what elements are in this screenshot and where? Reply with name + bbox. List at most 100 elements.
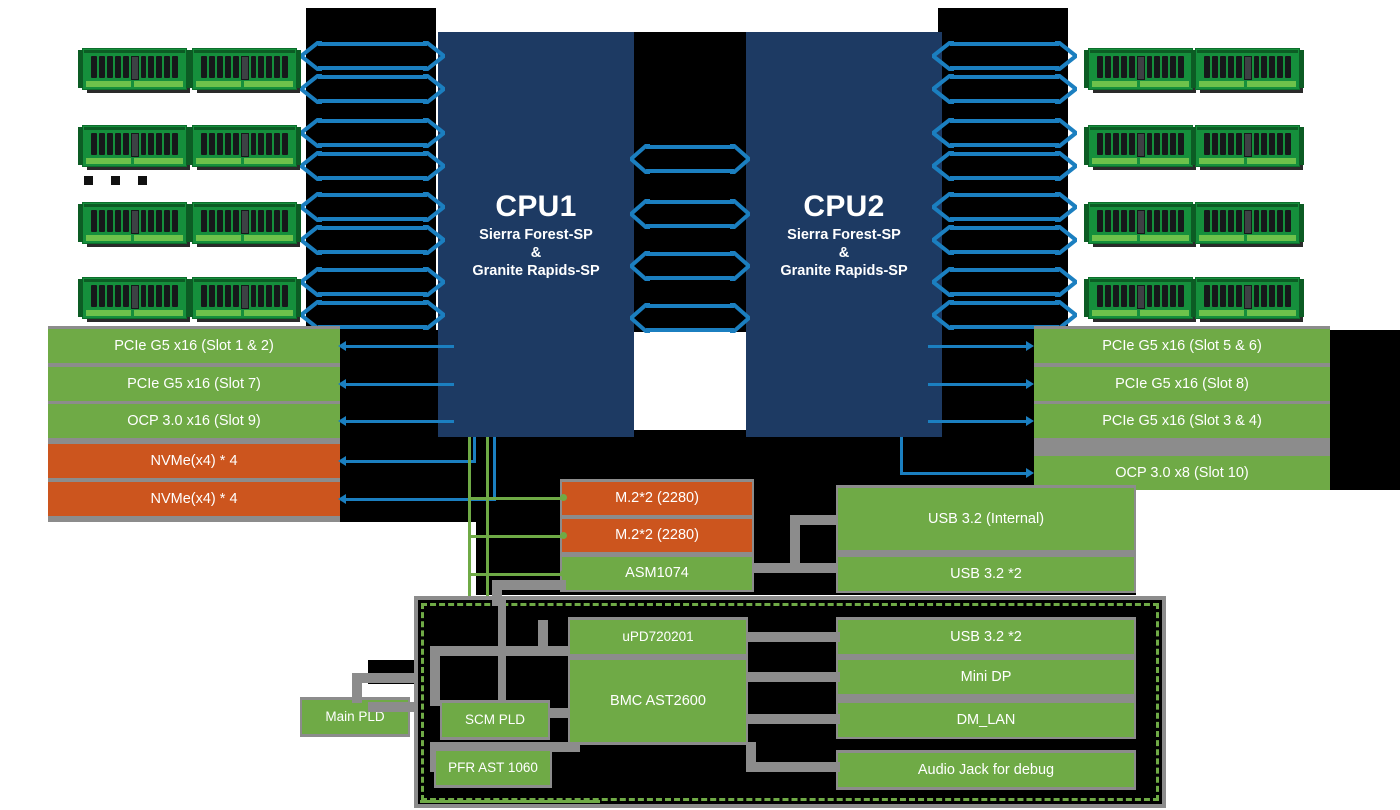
left-slot-0-label: PCIe G5 x16 (Slot 1 & 2) bbox=[114, 337, 274, 354]
m2-trace-1 bbox=[468, 535, 566, 538]
cpu1-line1: Sierra Forest-SP bbox=[479, 227, 593, 244]
middle-module-0[interactable]: M.2*2 (2280) bbox=[562, 482, 752, 515]
left-slot-wire-1 bbox=[344, 383, 454, 386]
left-slot-wire-3 bbox=[344, 460, 476, 463]
bmc-block[interactable]: BMC AST2600 bbox=[570, 660, 746, 742]
right-slot-2-label: PCIe G5 x16 (Slot 3 & 4) bbox=[1102, 412, 1262, 429]
asm-trace bbox=[468, 573, 566, 576]
right-slot-0[interactable]: PCIe G5 x16 (Slot 5 & 6) bbox=[1034, 329, 1330, 363]
mem-channel-arrow-r3 bbox=[932, 118, 1077, 148]
backdrop-center-upi bbox=[632, 32, 748, 332]
right-slot-0-label: PCIe G5 x16 (Slot 5 & 6) bbox=[1102, 337, 1262, 354]
scm-io-2[interactable]: DM_LAN bbox=[838, 703, 1134, 737]
dimm-module[interactable] bbox=[188, 277, 301, 322]
scm-rail-v1 bbox=[430, 646, 440, 706]
mem-channel-arrow-l1 bbox=[300, 41, 445, 71]
upd720201-label: uPD720201 bbox=[622, 629, 694, 645]
rail-upd-to-usb bbox=[746, 632, 840, 642]
cpu2-line1: Sierra Forest-SP bbox=[787, 227, 901, 244]
dimm-module[interactable] bbox=[188, 125, 301, 170]
asm-trace-dot bbox=[560, 570, 567, 577]
dimm-module[interactable] bbox=[1191, 202, 1304, 247]
dimm-module[interactable] bbox=[1191, 125, 1304, 170]
upi-link-arrow-2 bbox=[630, 199, 750, 229]
mem-channel-arrow-l5 bbox=[300, 192, 445, 222]
mem-channel-arrow-r2 bbox=[932, 74, 1077, 104]
dimm-module[interactable] bbox=[188, 202, 301, 247]
scm-io-1-label: Mini DP bbox=[960, 668, 1012, 685]
rail-scm-to-asm-v bbox=[492, 580, 502, 606]
dimm-module[interactable] bbox=[1084, 202, 1197, 247]
dimm-module[interactable] bbox=[78, 48, 191, 93]
dimm-module[interactable] bbox=[78, 125, 191, 170]
mem-channel-arrow-r7 bbox=[932, 267, 1077, 297]
middle-module-0-label: M.2*2 (2280) bbox=[615, 490, 699, 507]
rail-bmc-to-audio bbox=[746, 762, 840, 772]
left-slot-wire-4v bbox=[493, 437, 496, 498]
right-slot-wire-2 bbox=[928, 420, 1028, 423]
cpu2-line3: Granite Rapids-SP bbox=[780, 262, 908, 279]
main-pld-link-h bbox=[352, 673, 422, 683]
left-slot-2[interactable]: OCP 3.0 x16 (Slot 9) bbox=[48, 404, 340, 438]
left-slot-1[interactable]: PCIe G5 x16 (Slot 7) bbox=[48, 367, 340, 401]
dimm-module[interactable] bbox=[1191, 48, 1304, 93]
backdrop-top-left bbox=[306, 8, 436, 32]
cpu1-block[interactable]: CPU1 Sierra Forest-SP & Granite Rapids-S… bbox=[438, 32, 634, 437]
usb-block-0[interactable]: USB 3.2 (Internal) bbox=[838, 488, 1134, 550]
scm-pld-block[interactable]: SCM PLD bbox=[442, 703, 548, 737]
usb-block-1[interactable]: USB 3.2 *2 bbox=[838, 557, 1134, 591]
right-slot-arrow-1 bbox=[1026, 379, 1034, 389]
dimm-ellipsis bbox=[84, 176, 147, 185]
left-slot-wire-3v bbox=[473, 437, 476, 460]
m2-trace-dot-1 bbox=[560, 532, 567, 539]
m2-trace-dot-0 bbox=[560, 494, 567, 501]
scm-io-1[interactable]: Mini DP bbox=[838, 660, 1134, 694]
dimm-module[interactable] bbox=[1084, 48, 1197, 93]
usb-block-1-label: USB 3.2 *2 bbox=[950, 565, 1022, 582]
left-slot-4-label: NVMe(x4) * 4 bbox=[150, 490, 238, 507]
dimm-module[interactable] bbox=[1084, 125, 1197, 170]
left-slot-wire-2 bbox=[344, 420, 454, 423]
pfr-block[interactable]: PFR AST 1060 bbox=[436, 751, 550, 785]
dimm-module[interactable] bbox=[78, 202, 191, 247]
right-slot-wire-3 bbox=[900, 472, 1028, 475]
scm-io-3-label: Audio Jack for debug bbox=[917, 761, 1055, 778]
dimm-module[interactable] bbox=[188, 48, 301, 93]
dimm-module[interactable] bbox=[78, 277, 191, 322]
upi-link-arrow-4 bbox=[630, 303, 750, 333]
right-slot-1[interactable]: PCIe G5 x16 (Slot 8) bbox=[1034, 367, 1330, 401]
mem-channel-arrow-r6 bbox=[932, 225, 1077, 255]
right-slot-2[interactable]: PCIe G5 x16 (Slot 3 & 4) bbox=[1034, 404, 1330, 438]
mem-channel-arrow-r5 bbox=[932, 192, 1077, 222]
left-slot-2-label: OCP 3.0 x16 (Slot 9) bbox=[127, 412, 261, 429]
left-slot-arrow-3 bbox=[338, 456, 346, 466]
scm-bottom-trace bbox=[420, 800, 600, 803]
rail-usb-stub-h bbox=[790, 515, 838, 525]
left-slot-3[interactable]: NVMe(x4) * 4 bbox=[48, 444, 340, 478]
left-slot-arrow-2 bbox=[338, 416, 346, 426]
right-slot-arrow-2 bbox=[1026, 416, 1034, 426]
mem-channel-arrow-l3 bbox=[300, 118, 445, 148]
right-slot-wire-1 bbox=[928, 383, 1028, 386]
scm-io-0-label: USB 3.2 *2 bbox=[950, 628, 1022, 645]
mem-channel-arrow-l7 bbox=[300, 267, 445, 297]
left-slot-4[interactable]: NVMe(x4) * 4 bbox=[48, 482, 340, 516]
rail-scm-to-asm bbox=[492, 580, 566, 590]
cpu1-name: CPU1 bbox=[495, 189, 577, 223]
upd720201-block[interactable]: uPD720201 bbox=[570, 620, 746, 654]
scm-io-0[interactable]: USB 3.2 *2 bbox=[838, 620, 1134, 654]
dimm-module[interactable] bbox=[1084, 277, 1197, 322]
left-slot-1-label: PCIe G5 x16 (Slot 7) bbox=[127, 375, 261, 392]
dimm-module[interactable] bbox=[1191, 277, 1304, 322]
upi-link-arrow-3 bbox=[630, 251, 750, 281]
scm-io-3[interactable]: Audio Jack for debug bbox=[838, 753, 1134, 787]
cpu2-name: CPU2 bbox=[803, 189, 885, 223]
cpu2-block[interactable]: CPU2 Sierra Forest-SP & Granite Rapids-S… bbox=[746, 32, 942, 437]
middle-module-1[interactable]: M.2*2 (2280) bbox=[562, 519, 752, 552]
scm-io-2-label: DM_LAN bbox=[956, 711, 1016, 728]
middle-module-2[interactable]: ASM1074 bbox=[562, 557, 752, 590]
left-slot-arrow-1 bbox=[338, 379, 346, 389]
right-slot-1-label: PCIe G5 x16 (Slot 8) bbox=[1115, 375, 1249, 392]
left-slot-0[interactable]: PCIe G5 x16 (Slot 1 & 2) bbox=[48, 329, 340, 363]
cpu2-line2: & bbox=[838, 244, 850, 261]
